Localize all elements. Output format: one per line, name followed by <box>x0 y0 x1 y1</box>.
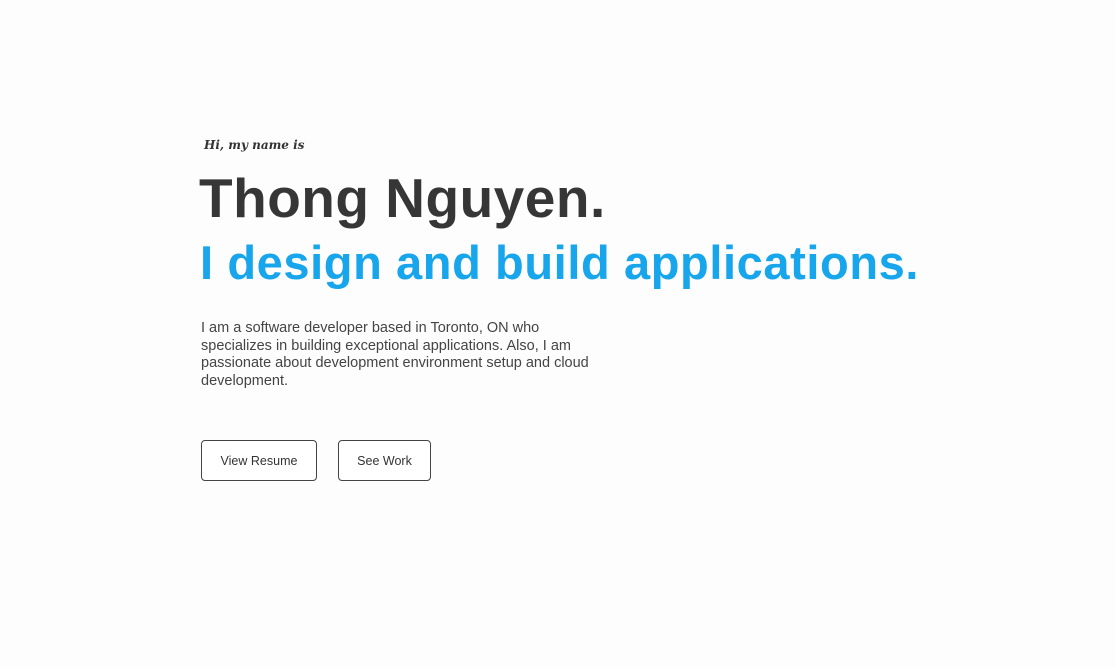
view-resume-button[interactable]: View Resume <box>201 440 317 481</box>
button-group: View Resume See Work <box>201 440 919 481</box>
greeting: Hi, my name is <box>204 138 305 152</box>
see-work-button[interactable]: See Work <box>338 440 431 481</box>
hero-section: Hi, my name is Thong Nguyen. I design an… <box>199 134 920 481</box>
tagline: I design and build applications. <box>200 236 920 289</box>
name-heading: Thong Nguyen. <box>199 167 606 229</box>
description: I am a software developer based in Toron… <box>201 320 589 389</box>
